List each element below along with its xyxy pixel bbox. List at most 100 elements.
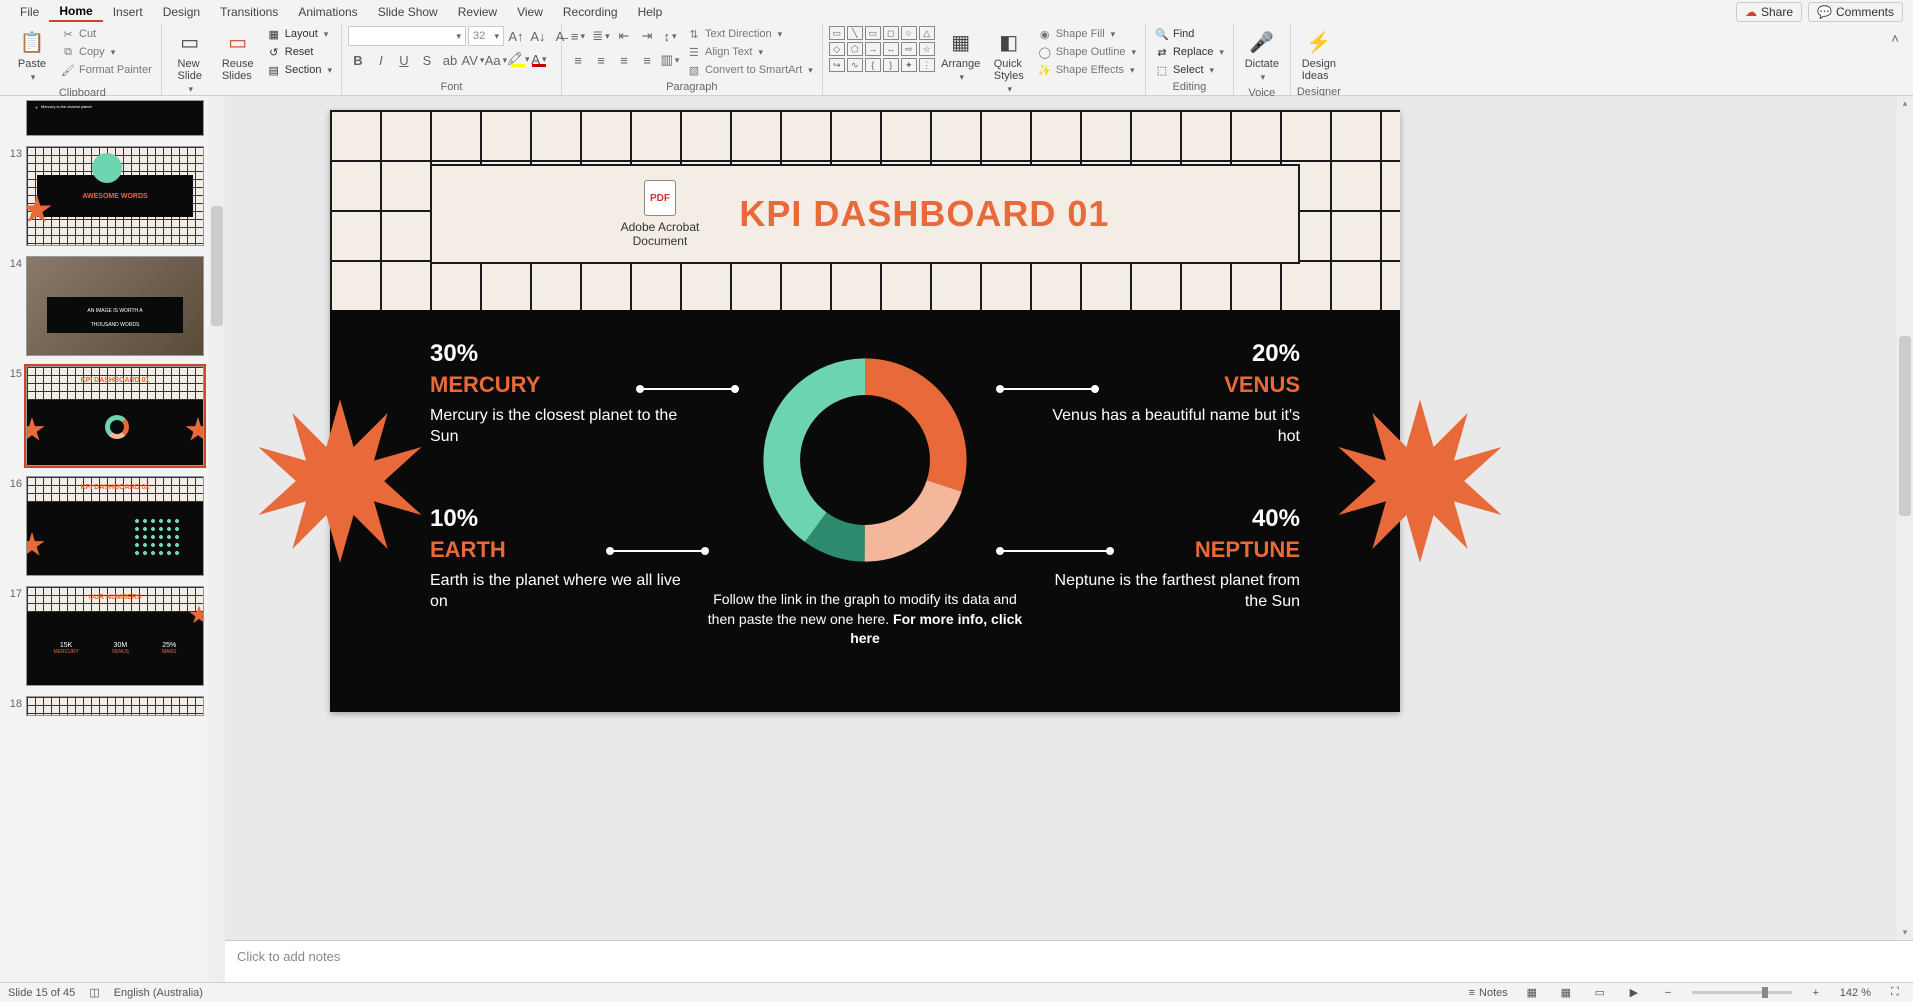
reuse-slides-button[interactable]: ▭Reuse Slides: [216, 26, 260, 84]
tab-view[interactable]: View: [507, 3, 553, 21]
group-paragraph: ≡▾ ≣▾ ⇤ ⇥ ↕▾ ≡ ≡ ≡ ≡ ▥▾ ⇅Text Direction▾…: [562, 24, 823, 95]
numbering-button[interactable]: ≣▾: [591, 26, 611, 46]
fit-to-window-icon[interactable]: ⛶: [1885, 985, 1905, 1001]
reset-icon: ↺: [267, 45, 281, 59]
shape-outline-button[interactable]: ◯Shape Outline▾: [1035, 44, 1139, 60]
slide-title[interactable]: KPI DASHBOARD 01: [739, 193, 1109, 235]
view-slideshow-icon[interactable]: ▶: [1624, 985, 1644, 1001]
slide-thumb-17[interactable]: OUR NUMBERS 15KMERCURY 30MVENUS 25%MARS: [26, 586, 204, 686]
slide-thumb-16[interactable]: KPI DASHBOARD 02: [26, 476, 204, 576]
font-family-combo[interactable]: ▾: [348, 26, 466, 46]
tab-insert[interactable]: Insert: [103, 3, 153, 21]
connector-line: [640, 388, 735, 390]
slide-editor: PDF Adobe Acrobat Document KPI DASHBOARD…: [225, 96, 1913, 982]
text-direction-button[interactable]: ⇅Text Direction▾: [684, 26, 816, 42]
notes-toggle[interactable]: ≡Notes: [1469, 987, 1508, 999]
chart-caption[interactable]: Follow the link in the graph to modify i…: [700, 590, 1030, 649]
convert-smartart-button[interactable]: ▧Convert to SmartArt▾: [684, 62, 816, 78]
slide-thumb-14[interactable]: AN IMAGE IS WORTH A THOUSAND WORDS: [26, 256, 204, 356]
starburst-right[interactable]: [1335, 396, 1505, 566]
connector-line: [610, 550, 705, 552]
italic-button[interactable]: I: [371, 50, 391, 70]
decrease-font-icon[interactable]: A↓: [528, 26, 548, 46]
arrange-button[interactable]: ▦Arrange▾: [939, 26, 983, 85]
replace-button[interactable]: ⇄Replace▾: [1152, 44, 1227, 60]
design-ideas-button[interactable]: ⚡Design Ideas: [1297, 26, 1341, 84]
view-normal-icon[interactable]: ▦: [1522, 985, 1542, 1001]
format-painter-button[interactable]: 🖌Format Painter: [58, 62, 155, 78]
donut-chart[interactable]: [755, 350, 975, 570]
layout-button[interactable]: ▦Layout▾: [264, 26, 335, 42]
bullets-button[interactable]: ≡▾: [568, 26, 588, 46]
slide-thumb-15[interactable]: KPI DASHBOARD 01: [26, 366, 204, 466]
arrange-icon: ▦: [947, 28, 975, 56]
indent-inc-button[interactable]: ⇥: [637, 26, 657, 46]
columns-button[interactable]: ▥▾: [660, 50, 680, 70]
paste-button[interactable]: 📋 Paste▾: [10, 26, 54, 85]
kpi-earth[interactable]: 10% EARTH Earth is the planet where we a…: [430, 505, 690, 613]
slide-canvas[interactable]: PDF Adobe Acrobat Document KPI DASHBOARD…: [330, 110, 1400, 712]
accessibility-icon[interactable]: ◫: [89, 986, 99, 999]
slide-thumb-13[interactable]: AWESOME WORDS: [26, 146, 204, 246]
cut-button[interactable]: ✂Cut: [58, 26, 155, 42]
shapes-gallery[interactable]: ▭╲▭◻○△ ◇⬠→↔⇨☆ ↪∿{}✦⋮: [829, 26, 935, 72]
section-button[interactable]: ▤Section▾: [264, 62, 335, 78]
bold-button[interactable]: B: [348, 50, 368, 70]
zoom-in-button[interactable]: +: [1806, 985, 1826, 1001]
view-reading-icon[interactable]: ▭: [1590, 985, 1610, 1001]
tab-home[interactable]: Home: [49, 2, 102, 22]
tab-design[interactable]: Design: [153, 3, 210, 21]
line-spacing-button[interactable]: ↕▾: [660, 26, 680, 46]
slide-thumb-18[interactable]: [26, 696, 204, 716]
tab-animations[interactable]: Animations: [288, 3, 367, 21]
tab-file[interactable]: File: [10, 3, 49, 21]
status-language[interactable]: English (Australia): [114, 987, 203, 999]
thumbs-scrollbar[interactable]: [209, 96, 225, 982]
shadow-button[interactable]: ab: [440, 50, 460, 70]
font-size-combo[interactable]: 32▾: [468, 26, 504, 46]
comments-button[interactable]: 💬Comments: [1808, 2, 1903, 22]
align-justify-button[interactable]: ≡: [637, 50, 657, 70]
zoom-out-button[interactable]: −: [1658, 985, 1678, 1001]
notes-pane[interactable]: Click to add notes: [225, 940, 1913, 982]
editor-scrollbar-v[interactable]: ▴ ▾: [1897, 96, 1913, 940]
tab-review[interactable]: Review: [448, 3, 507, 21]
shape-effects-button[interactable]: ✨Shape Effects▾: [1035, 62, 1139, 78]
align-left-button[interactable]: ≡: [568, 50, 588, 70]
tab-recording[interactable]: Recording: [553, 3, 628, 21]
zoom-slider[interactable]: [1692, 991, 1792, 994]
find-button[interactable]: 🔍Find: [1152, 26, 1227, 42]
kpi-neptune[interactable]: 40% NEPTUNE Neptune is the farthest plan…: [1040, 505, 1300, 613]
view-sorter-icon[interactable]: ▦: [1556, 985, 1576, 1001]
zoom-level[interactable]: 142 %: [1840, 987, 1871, 999]
notes-icon: ≡: [1469, 987, 1475, 999]
dictate-button[interactable]: 🎤Dictate▾: [1240, 26, 1284, 85]
select-button[interactable]: ⬚Select▾: [1152, 62, 1227, 78]
increase-font-icon[interactable]: A↑: [506, 26, 526, 46]
char-spacing-button[interactable]: AV▾: [463, 50, 483, 70]
font-color-button[interactable]: A▾: [530, 50, 548, 68]
indent-dec-button[interactable]: ⇤: [614, 26, 634, 46]
kpi-venus[interactable]: 20% VENUS Venus has a beautiful name but…: [1040, 340, 1300, 448]
highlight-button[interactable]: 🖍▾: [509, 50, 527, 68]
align-right-button[interactable]: ≡: [614, 50, 634, 70]
align-text-button[interactable]: ☰Align Text▾: [684, 44, 816, 60]
tab-help[interactable]: Help: [628, 3, 673, 21]
quick-styles-button[interactable]: ◧Quick Styles▾: [987, 26, 1031, 97]
underline-button[interactable]: U: [394, 50, 414, 70]
strikethrough-button[interactable]: S: [417, 50, 437, 70]
align-center-button[interactable]: ≡: [591, 50, 611, 70]
change-case-button[interactable]: Aa▾: [486, 50, 506, 70]
embedded-pdf-object[interactable]: PDF Adobe Acrobat Document: [621, 180, 700, 248]
slide-thumb[interactable]: ● Mercury is the closest planet: [26, 100, 204, 136]
starburst-left[interactable]: [255, 396, 425, 566]
share-button[interactable]: ☁Share: [1736, 2, 1802, 22]
collapse-ribbon-icon[interactable]: ˄: [1885, 28, 1905, 48]
reset-button[interactable]: ↺Reset: [264, 44, 335, 60]
shape-fill-button[interactable]: ◉Shape Fill▾: [1035, 26, 1139, 42]
tab-slideshow[interactable]: Slide Show: [368, 3, 448, 21]
copy-button[interactable]: ⧉Copy▾: [58, 44, 155, 60]
kpi-mercury[interactable]: 30% MERCURY Mercury is the closest plane…: [430, 340, 690, 448]
tab-transitions[interactable]: Transitions: [210, 3, 288, 21]
new-slide-button[interactable]: ▭New Slide▾: [168, 26, 212, 97]
